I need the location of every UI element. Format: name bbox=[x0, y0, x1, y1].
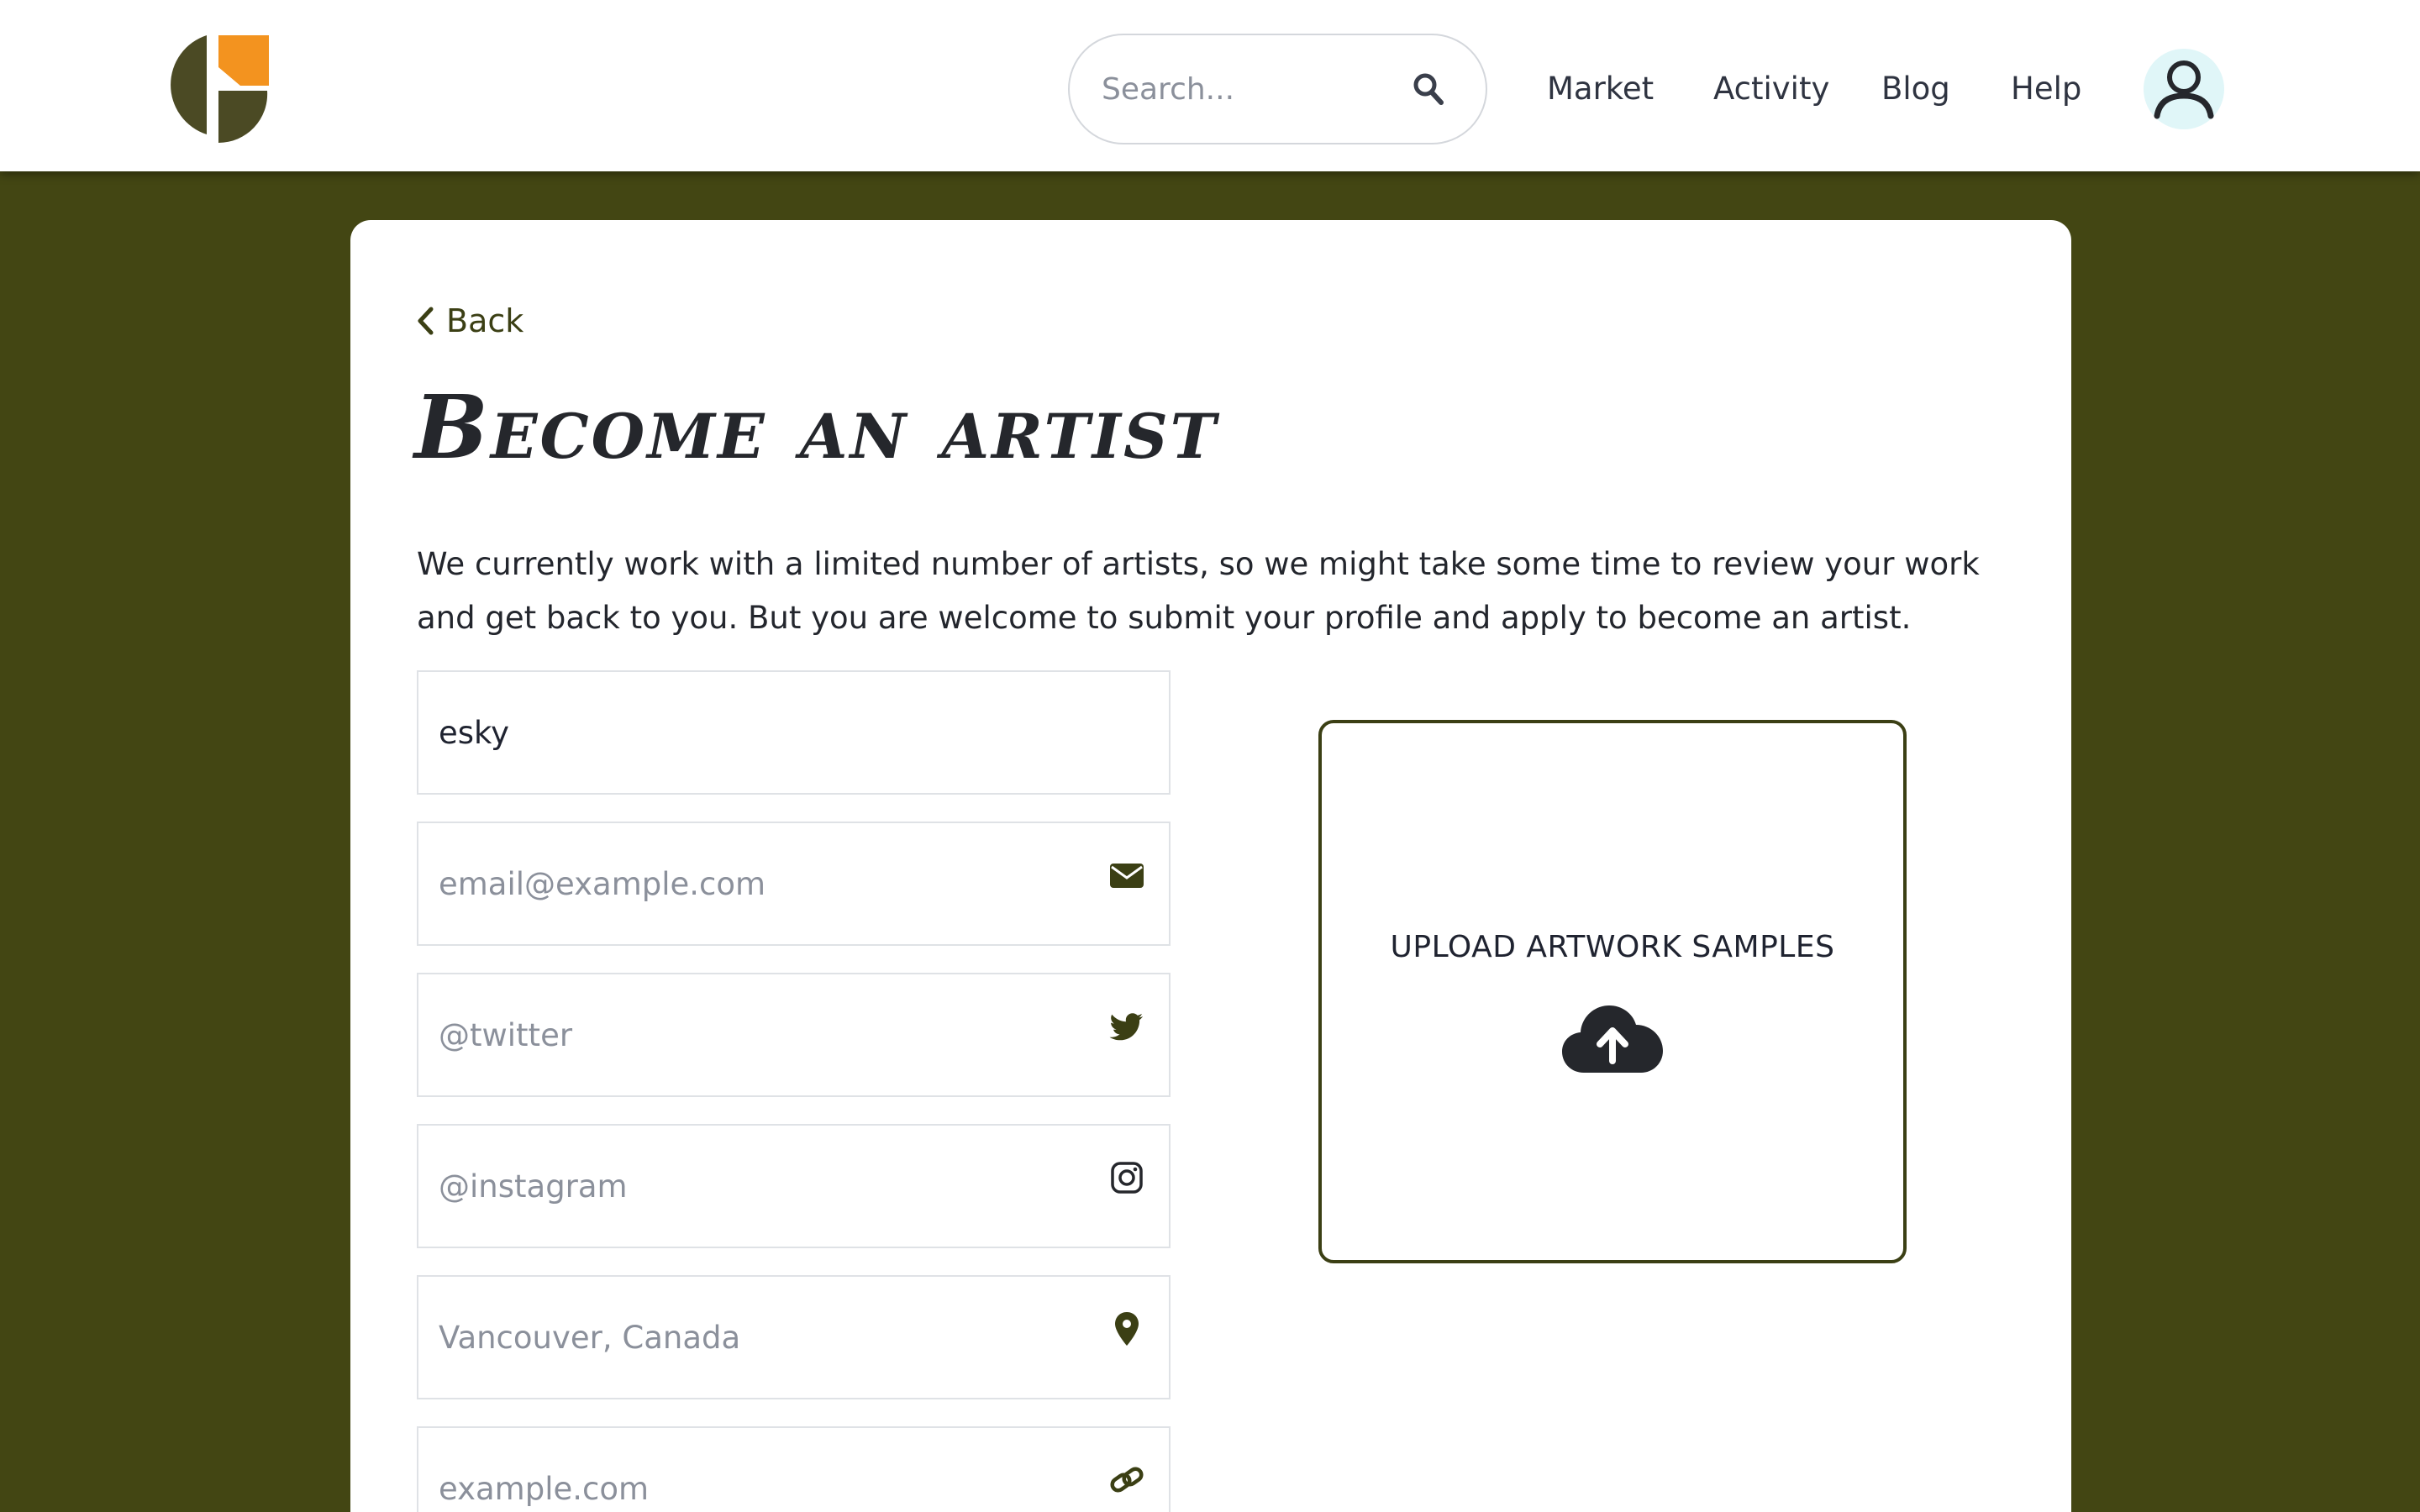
upload-artwork-dropzone[interactable]: UPLOAD ARTWORK SAMPLES bbox=[1318, 720, 1907, 1263]
link-icon bbox=[1110, 1467, 1144, 1493]
email-input[interactable] bbox=[439, 823, 1077, 944]
instagram-field bbox=[417, 1124, 1171, 1248]
website-field bbox=[417, 1426, 1171, 1512]
page-title: Become an artist bbox=[414, 375, 1218, 479]
intro-text: We currently work with a limited number … bbox=[417, 546, 1980, 636]
twitter-field bbox=[417, 973, 1171, 1097]
name-input[interactable] bbox=[439, 672, 1077, 793]
email-field bbox=[417, 822, 1171, 946]
upload-label: UPLOAD ARTWORK SAMPLES bbox=[1390, 930, 1835, 964]
website-input[interactable] bbox=[439, 1428, 1077, 1512]
nav-blog-link[interactable]: Blog bbox=[1881, 69, 1950, 109]
location-input[interactable] bbox=[439, 1277, 1077, 1398]
user-icon bbox=[2154, 60, 2214, 119]
cloud-upload-icon bbox=[1562, 1005, 1663, 1073]
name-field bbox=[417, 670, 1171, 795]
nav-help-link[interactable]: Help bbox=[2011, 69, 2081, 109]
search-icon[interactable] bbox=[1413, 72, 1444, 106]
twitter-input[interactable] bbox=[439, 974, 1077, 1095]
artist-application-card: Back Become an artist We currently work … bbox=[350, 220, 2071, 1512]
twitter-icon bbox=[1109, 1013, 1144, 1041]
chevron-left-icon bbox=[418, 307, 434, 335]
map-pin-icon bbox=[1115, 1312, 1139, 1346]
top-navigation-bar: Market Activity Blog Help bbox=[0, 0, 2420, 171]
search-input[interactable] bbox=[1102, 35, 1404, 143]
location-field bbox=[417, 1275, 1171, 1399]
user-avatar[interactable] bbox=[2144, 49, 2224, 129]
back-label: Back bbox=[446, 302, 524, 339]
logo-mark-icon bbox=[171, 35, 269, 144]
site-logo[interactable] bbox=[160, 34, 271, 144]
nav-activity-link[interactable]: Activity bbox=[1713, 69, 1829, 109]
instagram-icon bbox=[1111, 1162, 1143, 1194]
nav-market-link[interactable]: Market bbox=[1547, 69, 1654, 109]
instagram-input[interactable] bbox=[439, 1126, 1077, 1247]
envelope-icon bbox=[1110, 864, 1144, 888]
back-link[interactable]: Back bbox=[416, 296, 523, 346]
